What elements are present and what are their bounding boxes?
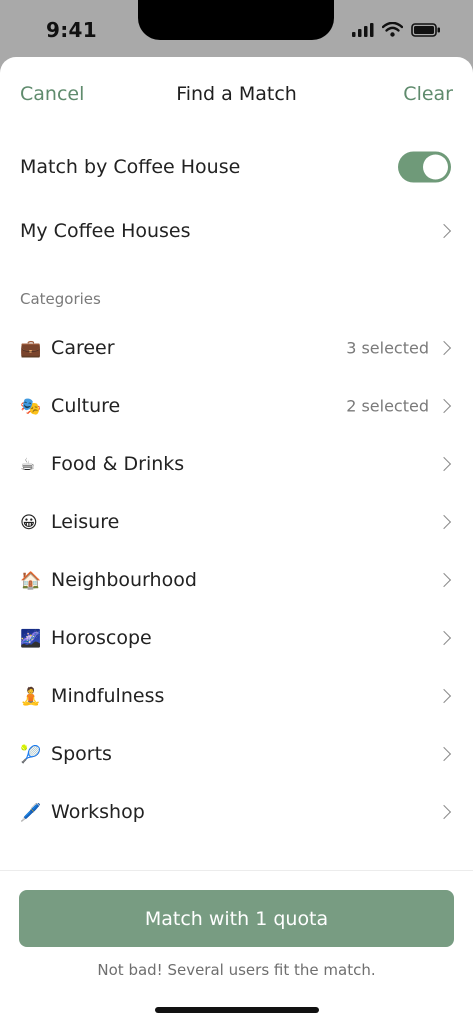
category-row-culture[interactable]: 🎭 Culture 2 selected — [0, 377, 473, 435]
category-row-workshop[interactable]: 🖊️ Workshop — [0, 783, 473, 841]
sheet-header: Cancel Find a Match Clear — [0, 57, 473, 133]
category-label: 🌌 Horoscope — [20, 627, 152, 649]
page-title: Find a Match — [176, 83, 297, 105]
category-name: Horoscope — [51, 627, 152, 649]
tennis-ball-icon: 🎾 — [20, 745, 42, 765]
category-row-food-drinks[interactable]: ☕ Food & Drinks — [0, 435, 473, 493]
category-row-leisure[interactable]: 😀 Leisure — [0, 493, 473, 551]
category-name: Culture — [51, 395, 121, 417]
chevron-right-icon — [436, 630, 452, 646]
category-name: Mindfulness — [51, 685, 165, 707]
clear-button[interactable]: Clear — [403, 83, 453, 105]
chevron-right-icon — [436, 223, 452, 239]
category-name: Career — [51, 337, 115, 359]
category-label: 🎭 Culture — [20, 395, 120, 417]
chevron-right-icon — [436, 746, 452, 762]
night-sky-icon: 🌌 — [20, 629, 42, 649]
home-indicator — [155, 1007, 319, 1013]
coffee-cup-icon: ☕ — [20, 455, 36, 475]
category-row-mindfulness[interactable]: 🧘 Mindfulness — [0, 667, 473, 725]
my-coffee-houses-row[interactable]: My Coffee Houses — [0, 202, 473, 260]
category-row-sports[interactable]: 🎾 Sports — [0, 725, 473, 783]
category-row-neighbourhood[interactable]: 🏠 Neighbourhood — [0, 551, 473, 609]
wifi-icon — [381, 21, 404, 41]
category-label: 💼 Career — [20, 337, 115, 359]
chevron-right-icon — [436, 514, 452, 530]
category-name: Workshop — [51, 801, 145, 823]
status-time: 9:41 — [46, 18, 97, 42]
theater-masks-icon: 🎭 — [20, 397, 42, 417]
footer-divider — [0, 870, 473, 871]
match-button[interactable]: Match with 1 quota — [19, 890, 454, 947]
cellular-signal-icon — [352, 22, 374, 41]
chevron-right-icon — [436, 688, 452, 704]
smiley-face-icon: 😀 — [20, 513, 38, 533]
category-label: 😀 Leisure — [20, 511, 119, 533]
battery-icon — [411, 22, 441, 41]
category-name: Sports — [51, 743, 112, 765]
my-coffee-houses-label: My Coffee Houses — [20, 220, 191, 242]
category-row-horoscope[interactable]: 🌌 Horoscope — [0, 609, 473, 667]
match-by-coffee-house-toggle[interactable] — [398, 151, 451, 183]
category-name: Food & Drinks — [51, 453, 185, 475]
category-label: 🎾 Sports — [20, 743, 112, 765]
category-name: Neighbourhood — [51, 569, 197, 591]
chevron-right-icon — [436, 398, 452, 414]
category-label: 🧘 Mindfulness — [20, 685, 164, 707]
device-notch — [138, 0, 334, 40]
category-name: Leisure — [51, 511, 120, 533]
category-label: ☕ Food & Drinks — [20, 453, 184, 475]
match-by-coffee-house-label: Match by Coffee House — [20, 156, 241, 178]
chevron-right-icon — [436, 804, 452, 820]
match-helper-text: Not bad! Several users fit the match. — [97, 961, 376, 979]
chevron-right-icon — [436, 456, 452, 472]
meditation-icon: 🧘 — [20, 687, 42, 707]
status-bar: 9:41 — [0, 0, 473, 56]
house-icon: 🏠 — [20, 571, 42, 591]
status-icons — [352, 21, 441, 41]
chevron-right-icon — [436, 572, 452, 588]
find-match-sheet: Cancel Find a Match Clear Match by Coffe… — [0, 57, 473, 1023]
category-label: 🖊️ Workshop — [20, 801, 145, 823]
category-row-career[interactable]: 💼 Career 3 selected — [0, 319, 473, 377]
chevron-right-icon — [436, 340, 452, 356]
category-label: 🏠 Neighbourhood — [20, 569, 197, 591]
briefcase-icon: 💼 — [20, 339, 42, 359]
categories-section-title: Categories — [20, 290, 101, 308]
pen-icon: 🖊️ — [20, 803, 42, 823]
selected-count: 3 selected — [346, 338, 429, 358]
toggle-knob — [423, 154, 448, 180]
selected-count: 2 selected — [346, 396, 429, 416]
match-by-coffee-house-row[interactable]: Match by Coffee House — [0, 138, 473, 196]
